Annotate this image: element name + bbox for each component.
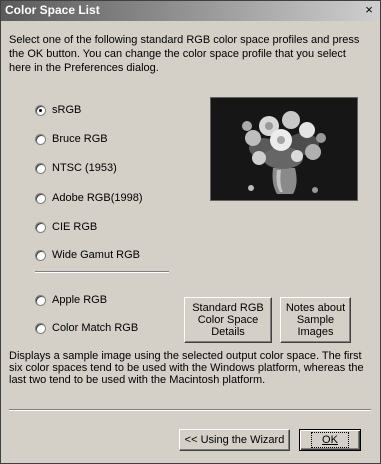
- radio-bruce-rgb[interactable]: Bruce RGB: [35, 132, 108, 146]
- radio-indicator[interactable]: [35, 249, 46, 261]
- ok-focus-rect: OK: [311, 432, 349, 448]
- radio-label: NTSC (1953): [52, 162, 117, 174]
- title-bar[interactable]: Color Space List ×: [1, 1, 380, 21]
- radio-label: Bruce RGB: [52, 133, 108, 145]
- radio-adobe-rgb-1998[interactable]: Adobe RGB(1998): [35, 191, 143, 205]
- flower-bouquet-image: [211, 98, 357, 200]
- radio-ntsc-1953[interactable]: NTSC (1953): [35, 161, 117, 175]
- radio-indicator[interactable]: [35, 322, 46, 334]
- radio-indicator[interactable]: [35, 133, 46, 145]
- sample-image: [210, 97, 358, 201]
- standard-rgb-details-button[interactable]: Standard RGB Color Space Details: [184, 297, 272, 343]
- footer-divider: [9, 409, 371, 411]
- close-icon[interactable]: ×: [362, 3, 376, 17]
- radio-indicator[interactable]: [35, 221, 46, 233]
- radio-indicator[interactable]: [35, 192, 46, 204]
- dialog-title: Color Space List: [5, 3, 100, 17]
- radio-label: Color Match RGB: [52, 322, 139, 334]
- radio-label: CIE RGB: [52, 221, 98, 233]
- description-text: Displays a sample image using the select…: [9, 350, 364, 386]
- color-space-list-dialog: Color Space List × Select one of the fol…: [0, 0, 381, 464]
- radio-indicator[interactable]: [35, 104, 46, 116]
- using-wizard-button[interactable]: << Using the Wizard: [179, 429, 290, 451]
- radio-label: Apple RGB: [52, 294, 108, 306]
- radio-wide-gamut-rgb[interactable]: Wide Gamut RGB: [35, 248, 140, 262]
- radio-color-match-rgb[interactable]: Color Match RGB: [35, 321, 138, 335]
- radio-cie-rgb[interactable]: CIE RGB: [35, 220, 97, 234]
- radio-apple-rgb[interactable]: Apple RGB: [35, 293, 107, 307]
- ok-label: OK: [322, 434, 338, 446]
- radio-indicator[interactable]: [35, 294, 46, 306]
- radio-indicator[interactable]: [35, 162, 46, 174]
- radio-label: Wide Gamut RGB: [52, 249, 141, 261]
- ok-button[interactable]: OK: [299, 429, 361, 451]
- radio-label: sRGB: [52, 104, 82, 116]
- radio-group-divider: [35, 271, 169, 273]
- radio-label: Adobe RGB(1998): [52, 192, 143, 204]
- intro-text: Select one of the following standard RGB…: [9, 34, 360, 74]
- radio-srgb[interactable]: sRGB: [35, 103, 81, 117]
- notes-sample-images-button[interactable]: Notes about Sample Images: [280, 297, 351, 343]
